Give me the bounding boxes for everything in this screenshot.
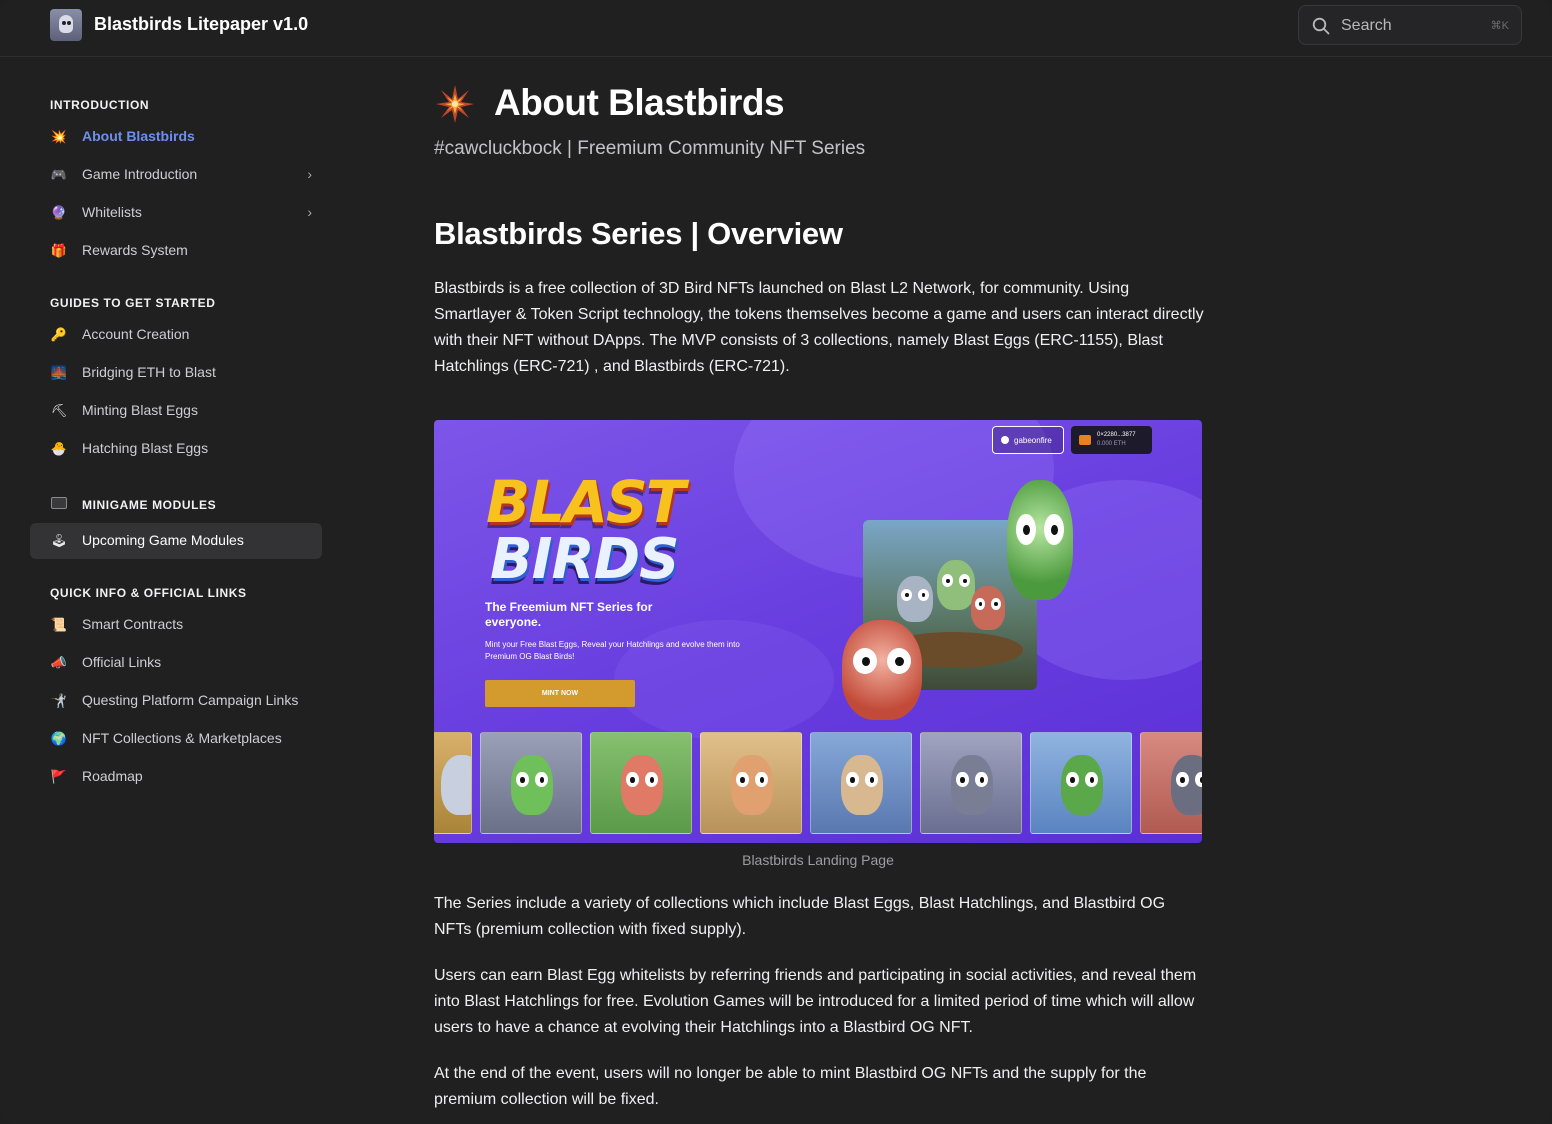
key-icon: 🔑 (50, 327, 68, 342)
chevron-right-icon[interactable]: › (307, 204, 312, 220)
figure-description: Mint your Free Blast Eggs, Reveal your H… (485, 640, 740, 661)
sidebar-item-label: Game Introduction (82, 166, 198, 182)
birds-logo-text: BIRDS (490, 527, 679, 592)
gamepad-icon: 🎮 (50, 167, 68, 182)
sidebar-item-game-introduction[interactable]: 🎮 Game Introduction › (30, 157, 322, 193)
sidebar-item-label: Hatching Blast Eggs (82, 440, 209, 456)
search-shortcut: ⌘K (1490, 20, 1509, 32)
site-title[interactable]: Blastbirds Litepaper v1.0 (94, 14, 308, 35)
paragraph-whitelists: Users can earn Blast Egg whitelists by r… (434, 967, 1197, 1036)
pickaxe-icon: ⛏ (50, 403, 68, 418)
search-placeholder: Search (1341, 17, 1392, 34)
chevron-right-icon[interactable]: › (307, 166, 312, 182)
sidebar-item-label: Minting Blast Eggs (82, 402, 198, 418)
sidebar: INTRODUCTION 💥 About Blastbirds 🎮 Game I… (30, 58, 322, 1124)
owl-thumbnail (920, 732, 1022, 834)
bridge-icon: 🌉 (50, 365, 68, 380)
owl-thumbnail (434, 732, 472, 834)
owl-thumbnail (480, 732, 582, 834)
page-title: About Blastbirds (494, 82, 785, 123)
sidebar-item-label: Upcoming Game Modules (82, 532, 244, 548)
sidebar-section-quick-info: QUICK INFO & OFFICIAL LINKS (50, 586, 247, 600)
user-icon (1001, 436, 1009, 444)
sidebar-section-introduction: INTRODUCTION (50, 98, 150, 112)
paragraph-end-of-event: At the end of the event, users will no l… (434, 1065, 1147, 1108)
page-subtitle: #cawcluckbock | Freemium Community NFT S… (434, 138, 866, 159)
wallet-balance: 0.000 ETH (1097, 441, 1126, 447)
burst-icon: 💥 (50, 129, 68, 144)
sidebar-item-label: Questing Platform Campaign Links (82, 692, 299, 708)
megaphone-icon: 📣 (50, 655, 68, 670)
sidebar-item-label: Rewards System (82, 242, 188, 258)
sidebar-item-official-links[interactable]: 📣 Official Links (30, 645, 322, 681)
green-owl-image (1007, 480, 1073, 600)
user-pill: gabeonfire (992, 426, 1064, 454)
app-window: Blastbirds Litepaper v1.0 Search ⌘K INTR… (0, 0, 1552, 1124)
sidebar-item-account-creation[interactable]: 🔑 Account Creation (30, 317, 322, 353)
sidebar-item-smart-contracts[interactable]: 📜 Smart Contracts (30, 607, 322, 643)
sidebar-item-label: NFT Collections & Marketplaces (82, 730, 282, 746)
sidebar-item-hatching-blast-eggs[interactable]: 🐣 Hatching Blast Eggs (30, 431, 322, 467)
sidebar-item-nft-collections[interactable]: 🌍 NFT Collections & Marketplaces (30, 721, 322, 757)
sidebar-section-minigame: MINIGAME MODULES (82, 498, 217, 512)
sidebar-item-roadmap[interactable]: 🚩 Roadmap (30, 759, 322, 795)
owl-thumbnail (1140, 732, 1202, 834)
landing-page-image[interactable]: gabeonfire 0×2280...3877 0.000 ETH BLAST… (434, 420, 1202, 843)
sidebar-item-label: Official Links (82, 654, 162, 670)
scroll-icon: 📜 (50, 617, 68, 632)
owl-thumbnail (1030, 732, 1132, 834)
owl-thumbnail (700, 732, 802, 834)
burst-icon (436, 85, 474, 123)
mint-now-button: MINT NOW (485, 680, 635, 707)
sidebar-item-rewards-system[interactable]: 🎁 Rewards System (30, 233, 322, 269)
figure-tagline: The Freemium NFT Series for everyone. (485, 600, 653, 629)
sidebar-item-label: Smart Contracts (82, 616, 184, 632)
sidebar-item-label: About Blastbirds (82, 128, 195, 144)
sidebar-item-label: Bridging ETH to Blast (82, 364, 216, 380)
search-input[interactable]: Search ⌘K (1298, 5, 1522, 45)
sidebar-item-questing-platform[interactable]: 🤺 Questing Platform Campaign Links (30, 683, 322, 719)
orb-icon: 🔮 (50, 205, 68, 220)
metamask-fox-icon (1079, 435, 1091, 445)
wallet-address: 0×2280...3877 (1097, 432, 1136, 438)
owl-thumbnail-strip (434, 732, 1202, 835)
paragraph-intro: Blastbirds is a free collection of 3D Bi… (434, 280, 1204, 375)
blast-logo-text: BLAST (486, 468, 685, 536)
sidebar-item-whitelists[interactable]: 🔮 Whitelists › (30, 195, 322, 231)
fencer-icon: 🤺 (50, 693, 68, 708)
sidebar-item-upcoming-game-modules[interactable]: 🕹 Upcoming Game Modules (30, 523, 322, 559)
flag-icon: 🚩 (50, 769, 68, 784)
section-heading: Blastbirds Series | Overview (434, 216, 843, 251)
owl-thumbnail (810, 732, 912, 834)
figure-caption: Blastbirds Landing Page (742, 852, 894, 868)
hatching-chick-icon: 🐣 (50, 441, 68, 456)
sidebar-item-label: Whitelists (82, 204, 142, 220)
sidebar-item-label: Roadmap (82, 768, 143, 784)
arcade-icon (51, 497, 67, 509)
sidebar-section-guides: GUIDES TO GET STARTED (50, 296, 216, 310)
wallet-pill: 0×2280...3877 0.000 ETH (1071, 426, 1152, 454)
globe-icon: 🌍 (50, 731, 68, 746)
sidebar-item-about-blastbirds[interactable]: 💥 About Blastbirds (30, 119, 322, 155)
search-icon (1312, 17, 1330, 35)
top-bar: Blastbirds Litepaper v1.0 Search ⌘K (0, 0, 1552, 57)
sidebar-item-label: Account Creation (82, 326, 190, 342)
sidebar-item-bridging-eth[interactable]: 🌉 Bridging ETH to Blast (30, 355, 322, 391)
gift-icon: 🎁 (50, 243, 68, 258)
user-pill-label: gabeonfire (1014, 435, 1052, 445)
red-owl-image (842, 620, 922, 720)
site-logo-icon[interactable] (50, 9, 82, 41)
joystick-icon: 🕹 (50, 533, 68, 548)
owl-thumbnail (590, 732, 692, 834)
paragraph-collections: The Series include a variety of collecti… (434, 895, 1166, 938)
sidebar-item-minting-blast-eggs[interactable]: ⛏ Minting Blast Eggs (30, 393, 322, 429)
